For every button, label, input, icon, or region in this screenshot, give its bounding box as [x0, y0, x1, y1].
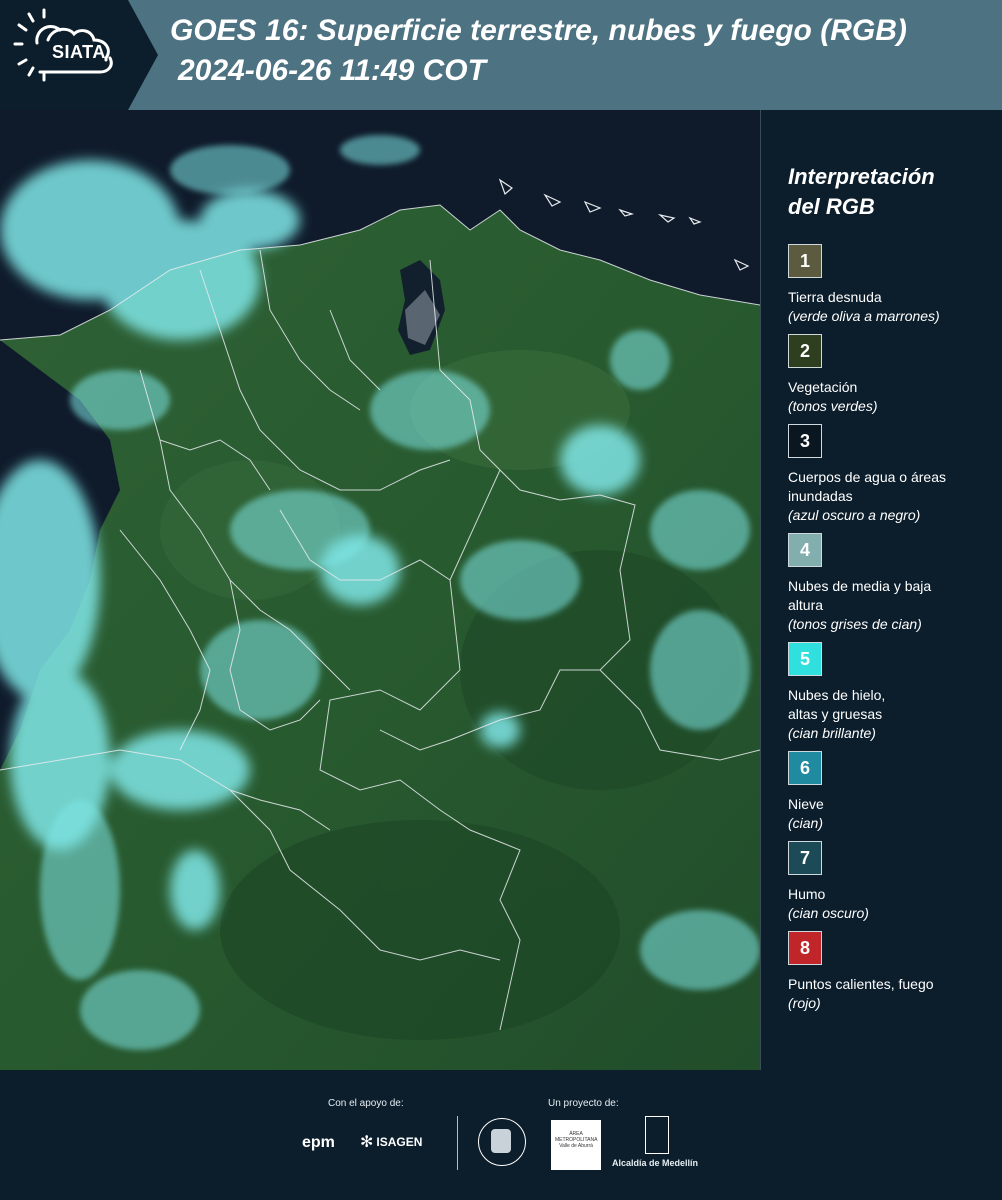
- legend-swatch: 6: [788, 751, 822, 785]
- legend-item-label: Nieve: [788, 796, 824, 812]
- page-title: GOES 16: Superficie terrestre, nubes y f…: [170, 14, 907, 47]
- legend-title-line1: Interpretación: [788, 164, 935, 189]
- legend-swatch: 3: [788, 424, 822, 458]
- legend-item-note: (cian brillante): [788, 725, 876, 741]
- legend-item-label: Tierra desnuda: [788, 289, 882, 305]
- legend-item-vegetation: 2 Vegetación (tonos verdes): [788, 334, 998, 416]
- isagen-logo: ✻ ISAGEN: [360, 1132, 422, 1152]
- page-timestamp: 2024-06-26 11:49 COT: [178, 54, 486, 87]
- legend-panel: Interpretación del RGB 1 Tierra desnuda …: [760, 110, 1002, 1070]
- epm-logo: epm: [302, 1134, 335, 1151]
- legend-item-snow: 6 Nieve (cian): [788, 751, 998, 833]
- legend-title: Interpretación del RGB: [788, 162, 935, 222]
- legend-item-label: Nubes de media y baja altura: [788, 578, 932, 613]
- legend-item-note: (tonos verdes): [788, 398, 878, 414]
- legend-item-label: Nubes de hielo, altas y gruesas: [788, 687, 886, 722]
- legend-item-label: Vegetación: [788, 379, 858, 395]
- medellin-seal-icon: [478, 1118, 526, 1166]
- header-bar: SIATA GOES 16: Superficie terrestre, nub…: [0, 0, 1002, 110]
- isagen-logo-text: ISAGEN: [376, 1135, 423, 1149]
- alcaldia-shield-icon: [645, 1116, 669, 1154]
- alcaldia-logo-text: Alcaldía de Medellín: [612, 1158, 699, 1168]
- legend-item-note: (verde oliva a marrones): [788, 308, 940, 324]
- satellite-map[interactable]: [0, 110, 761, 1070]
- legend-item-bare-soil: 1 Tierra desnuda (verde oliva a marrones…: [788, 244, 998, 326]
- legend-title-line2: del RGB: [788, 194, 875, 219]
- legend-item-fire: 8 Puntos calientes, fuego (rojo): [788, 931, 998, 1013]
- support-label: Con el apoyo de:: [328, 1098, 404, 1109]
- area-metropolitana-logo-text: ÁREA METROPOLITANA Valle de Aburrá: [555, 1131, 598, 1149]
- legend-item-label: Puntos calientes, fuego: [788, 976, 934, 992]
- legend-item-note: (azul oscuro a negro): [788, 507, 921, 523]
- legend-item-note: (tonos grises de cian): [788, 616, 922, 632]
- legend-swatch: 5: [788, 642, 822, 676]
- legend-swatch: 8: [788, 931, 822, 965]
- legend-item-smoke: 7 Humo (cian oscuro): [788, 841, 998, 923]
- isagen-icon: ✻: [360, 1134, 374, 1151]
- legend-item-note: (cian oscuro): [788, 905, 869, 921]
- legend-item-label: Humo: [788, 886, 826, 902]
- legend-item-label: Cuerpos de agua o áreas inundadas: [788, 469, 946, 504]
- legend-swatch: 2: [788, 334, 822, 368]
- legend-item-note: (cian): [788, 815, 824, 831]
- area-metropolitana-logo: ÁREA METROPOLITANA Valle de Aburrá: [551, 1120, 601, 1170]
- footer-divider: [457, 1116, 458, 1170]
- satellite-image: [0, 110, 760, 1070]
- legend-item-low-clouds: 4 Nubes de media y baja altura (tonos gr…: [788, 533, 998, 634]
- legend-swatch: 4: [788, 533, 822, 567]
- legend-item-water: 3 Cuerpos de agua o áreas inundadas (azu…: [788, 424, 998, 525]
- legend-swatch: 7: [788, 841, 822, 875]
- footer-bar: Con el apoyo de: Un proyecto de: epm ✻ I…: [0, 1070, 1002, 1200]
- legend-item-ice-clouds: 5 Nubes de hielo, altas y gruesas (cian …: [788, 642, 998, 743]
- siata-logo: SIATA: [0, 0, 158, 110]
- legend-swatch: 1: [788, 244, 822, 278]
- legend-item-note: (rojo): [788, 995, 821, 1011]
- project-label: Un proyecto de:: [548, 1098, 619, 1109]
- siata-logo-text: SIATA: [52, 42, 106, 62]
